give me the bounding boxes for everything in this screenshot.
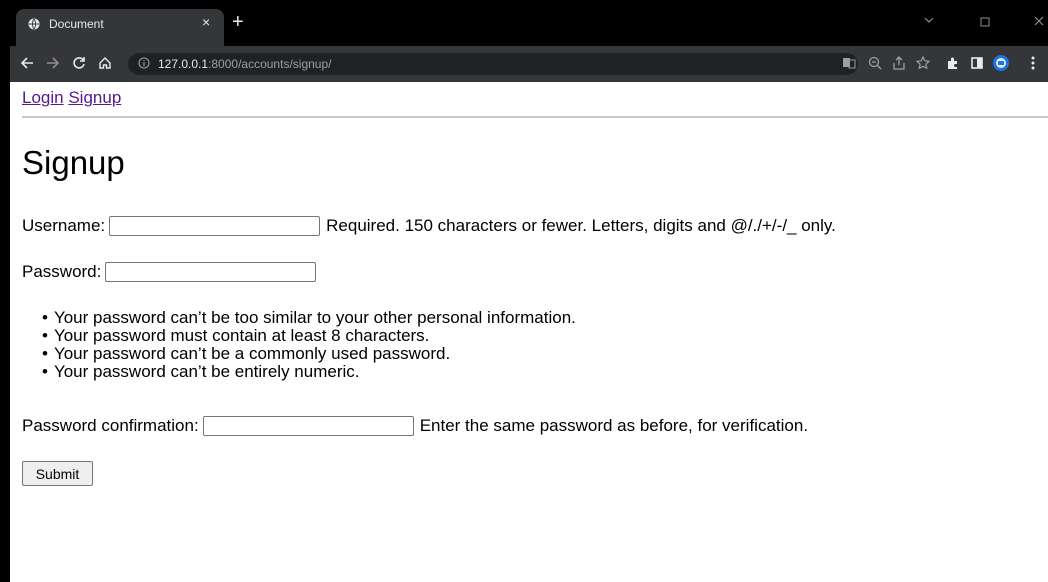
login-link[interactable]: Login [22, 88, 64, 107]
window-frame [0, 0, 10, 582]
top-nav: Login Signup [22, 88, 121, 108]
username-help: Required. 150 characters or fewer. Lette… [326, 216, 836, 235]
address-bar[interactable]: 127.0.0.1:8000/accounts/signup/ [128, 53, 858, 75]
extensions-icon[interactable] [944, 54, 962, 72]
close-window-icon[interactable] [1034, 16, 1044, 26]
username-label: Username: [22, 216, 106, 235]
forward-arrow-icon[interactable] [46, 56, 60, 70]
kebab-menu-icon[interactable] [1024, 54, 1042, 72]
url-host: 127.0.0.1 [158, 57, 209, 71]
tab-search-icon[interactable] [924, 17, 934, 25]
divider [22, 116, 1048, 118]
url-path: :8000/accounts/signup/ [208, 57, 332, 71]
tab-strip: Document × + [10, 0, 1048, 46]
translate-icon[interactable] [840, 54, 858, 72]
username-input[interactable] [109, 216, 321, 236]
browser-window: Document × + 127.0.0.1:8000/accounts/sig… [10, 0, 1048, 582]
browser-toolbar: 127.0.0.1:8000/accounts/signup/ [10, 46, 1048, 82]
password-input[interactable] [105, 262, 317, 282]
url-text: 127.0.0.1:8000/accounts/signup/ [158, 57, 331, 71]
globe-icon [28, 18, 40, 30]
tab-title: Document [49, 17, 104, 31]
password-label: Password: [22, 262, 102, 281]
confirm-help: Enter the same password as before, for v… [419, 416, 809, 435]
page-title: Signup [22, 144, 125, 181]
list-item: Your password can’t be too similar to yo… [42, 309, 576, 327]
info-icon[interactable] [138, 57, 150, 69]
back-arrow-icon[interactable] [20, 56, 34, 70]
maximize-icon[interactable] [980, 17, 990, 27]
zoom-icon[interactable] [866, 54, 884, 72]
tab-document[interactable]: Document × [16, 9, 224, 46]
confirm-row: Password confirmation: Enter the same pa… [22, 416, 808, 436]
confirm-label: Password confirmation: [22, 416, 199, 435]
submit-button[interactable]: Submit [22, 461, 93, 486]
list-item: Your password must contain at least 8 ch… [42, 327, 576, 345]
share-icon[interactable] [890, 54, 908, 72]
page-content: Login Signup Signup Username: Required. … [10, 82, 1048, 582]
bookmark-star-icon[interactable] [914, 54, 932, 72]
password-row: Password: [22, 262, 322, 282]
signup-link[interactable]: Signup [68, 88, 121, 107]
reload-icon[interactable] [72, 56, 86, 70]
list-item: Your password can’t be entirely numeric. [42, 363, 576, 381]
side-panel-icon[interactable] [968, 54, 986, 72]
home-icon[interactable] [98, 56, 112, 70]
profile-avatar-icon[interactable] [992, 54, 1010, 72]
close-tab-icon[interactable]: × [202, 14, 210, 30]
list-item: Your password can’t be a commonly used p… [42, 345, 576, 363]
password-confirm-input[interactable] [202, 416, 414, 436]
password-hints: Your password can’t be too similar to yo… [42, 309, 576, 381]
username-row: Username: Required. 150 characters or fe… [22, 216, 836, 236]
new-tab-button[interactable]: + [232, 12, 244, 32]
